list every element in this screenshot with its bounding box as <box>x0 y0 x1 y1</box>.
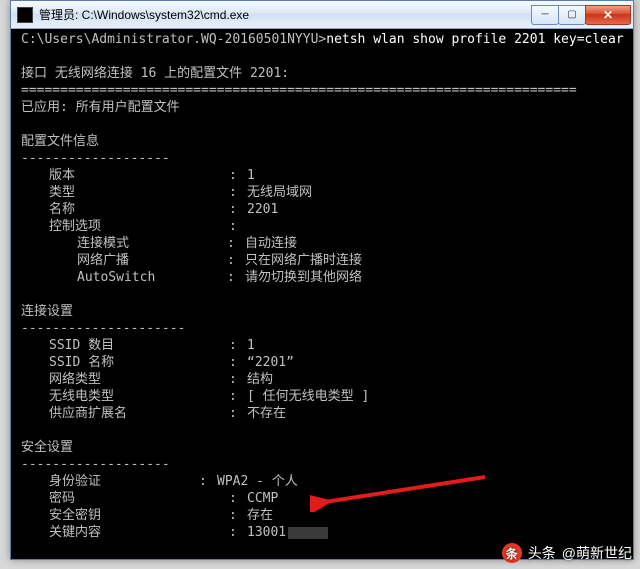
section-profile-title: 配置文件信息 <box>21 133 623 150</box>
table-row: 密码:CCMP <box>21 490 623 507</box>
header-line: 接口 无线网络连接 16 上的配置文件 2201: <box>21 65 623 82</box>
table-row: 连接模式:自动连接 <box>21 235 623 252</box>
watermark-badge-icon: 条 <box>502 543 522 563</box>
table-row: 控制选项: <box>21 218 623 235</box>
table-row: 身份验证:WPA2 - 个人 <box>21 473 623 490</box>
table-row: AutoSwitch:请勿切换到其他网络 <box>21 269 623 286</box>
window-title: 管理员: C:\Windows\system32\cmd.exe <box>39 6 532 23</box>
maximize-button[interactable]: ▢ <box>558 5 586 25</box>
table-row: 版本:1 <box>21 167 623 184</box>
prompt-path: C:\Users\Administrator.WQ-20160501NYYU> <box>21 31 326 48</box>
table-row: 网络广播:只在网络广播时连接 <box>21 252 623 269</box>
window-buttons: ─ ▢ ✕ <box>532 5 631 25</box>
table-row: 网络类型:结构 <box>21 371 623 388</box>
table-row: 类型:无线局域网 <box>21 184 623 201</box>
titlebar[interactable]: 管理员: C:\Windows\system32\cmd.exe ─ ▢ ✕ <box>11 1 633 29</box>
separator: ========================================… <box>21 82 623 99</box>
section-conn-title: 连接设置 <box>21 303 623 320</box>
watermark: 条 头条 @萌新世纪 <box>502 543 632 563</box>
table-row: 名称:2201 <box>21 201 623 218</box>
table-row: 安全密钥:存在 <box>21 507 623 524</box>
cmd-window: 管理员: C:\Windows\system32\cmd.exe ─ ▢ ✕ C… <box>10 0 634 560</box>
terminal[interactable]: C:\Users\Administrator.WQ-20160501NYYU>n… <box>17 29 627 553</box>
table-row: 供应商扩展名:不存在 <box>21 405 623 422</box>
cmd-icon <box>17 7 33 23</box>
watermark-name: @萌新世纪 <box>562 543 632 563</box>
key-content-value: 13001 <box>247 525 286 540</box>
applied-line: 已应用: 所有用户配置文件 <box>21 99 623 116</box>
close-button[interactable]: ✕ <box>585 5 631 25</box>
section-security-title: 安全设置 <box>21 439 623 456</box>
watermark-prefix: 头条 <box>528 543 556 563</box>
table-row: SSID 名称:“2201” <box>21 354 623 371</box>
minimize-button[interactable]: ─ <box>531 5 559 25</box>
table-row: 无线电类型:[ 任何无线电类型 ] <box>21 388 623 405</box>
prompt-line: C:\Users\Administrator.WQ-20160501NYYU>n… <box>21 31 623 48</box>
redacted-block <box>288 527 328 539</box>
table-row: SSID 数目:1 <box>21 337 623 354</box>
typed-command: netsh wlan show profile 2201 key=clear <box>326 31 623 48</box>
key-content-row: 关键内容:13001 <box>21 524 623 541</box>
